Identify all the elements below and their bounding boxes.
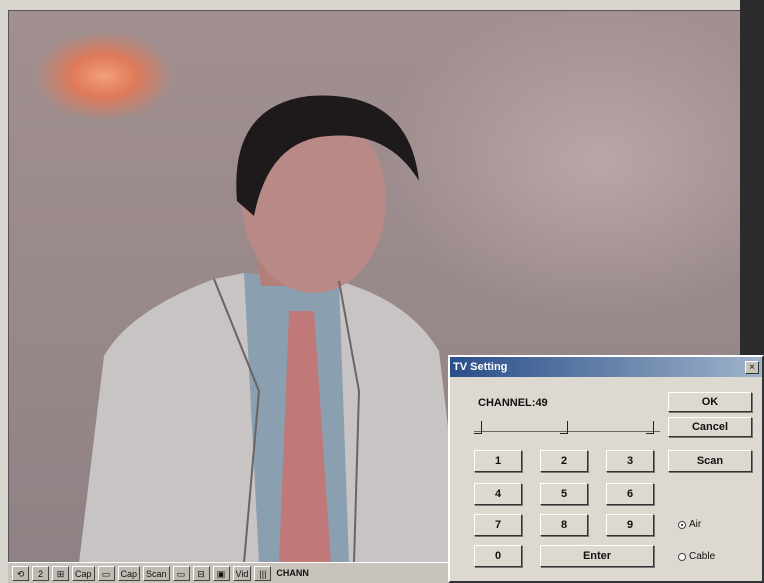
keypad-5-button[interactable]: 5 [540,483,588,505]
channel-label: CHANNEL:49 [478,397,548,409]
toolbar-button[interactable]: ⊞ [52,565,69,581]
keypad-4-button[interactable]: 4 [474,483,522,505]
toolbar-button[interactable]: 2 [32,565,49,581]
radio-unselected-icon [678,552,686,561]
toolbar-channel-label: CHANN [276,568,309,578]
dialog-titlebar[interactable]: TV Setting × [450,357,762,377]
keypad-3-button[interactable]: 3 [606,450,654,472]
toolbar-button[interactable]: ▣ [212,565,230,581]
keypad-9-button[interactable]: 9 [606,514,654,536]
keypad-2-button[interactable]: 2 [540,450,588,472]
tv-setting-dialog: TV Setting × CHANNEL:49 1 2 3 4 5 6 7 8 … [448,355,764,583]
channel-slider[interactable] [474,421,660,435]
tv-toolbar: ⟲ 2 ⊞ Cap ▭ Cap Scan ▭ ⊟ ▣ Vid ||| CHANN [8,562,448,583]
slider-thumb[interactable] [560,421,568,434]
ok-button[interactable]: OK [668,392,752,412]
keypad-7-button[interactable]: 7 [474,514,522,536]
toolbar-button[interactable]: ⟲ [12,565,29,581]
radio-selected-icon [678,520,686,529]
radio-air[interactable]: Air [678,519,701,530]
toolbar-button[interactable]: ▭ [172,565,190,581]
slider-tick [474,421,482,434]
toolbar-button[interactable]: Cap [72,565,95,581]
keypad-0-button[interactable]: 0 [474,545,522,567]
toolbar-scan-button[interactable]: Scan [143,565,170,581]
slider-tick [646,421,654,434]
toolbar-button[interactable]: ▭ [97,565,115,581]
toolbar-button[interactable]: Cap [117,565,141,581]
toolbar-button[interactable]: ||| [254,565,272,581]
dialog-title: TV Setting [453,361,508,373]
scan-button[interactable]: Scan [668,450,752,472]
keypad-6-button[interactable]: 6 [606,483,654,505]
keypad-1-button[interactable]: 1 [474,450,522,472]
radio-cable-label: Cable [689,551,716,562]
toolbar-button[interactable]: Vid [232,565,252,581]
radio-cable[interactable]: Cable [678,551,715,562]
close-icon[interactable]: × [745,360,759,374]
cancel-button[interactable]: Cancel [668,417,752,437]
keypad-8-button[interactable]: 8 [540,514,588,536]
radio-air-label: Air [689,519,702,530]
toolbar-button[interactable]: ⊟ [192,565,210,581]
enter-button[interactable]: Enter [540,545,654,567]
